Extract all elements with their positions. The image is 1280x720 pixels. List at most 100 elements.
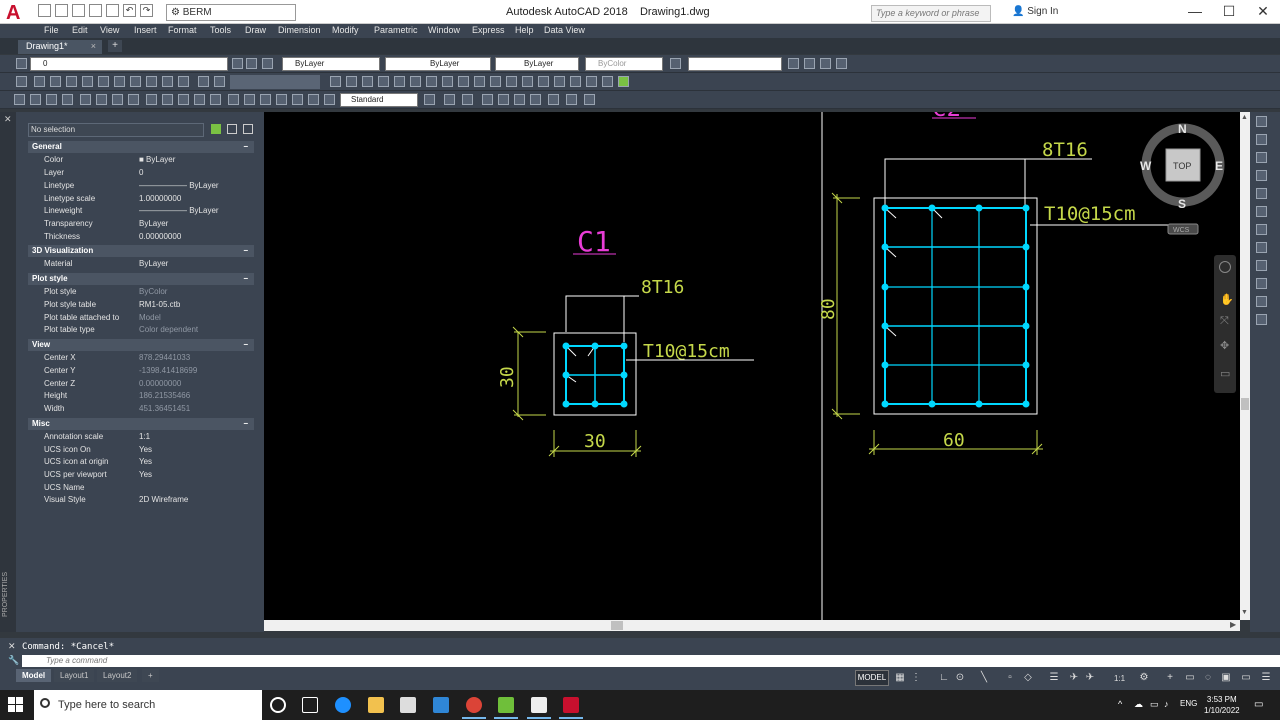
cortana-icon[interactable] [270, 697, 286, 713]
menu-tools[interactable]: Tools [210, 25, 231, 35]
viewport-icon[interactable] [788, 58, 799, 69]
close-icon[interactable]: ✕ [1246, 0, 1280, 24]
menu-view[interactable]: View [100, 25, 119, 35]
inspection-icon[interactable] [260, 94, 271, 105]
tool-9-icon[interactable] [146, 76, 157, 87]
section-3d-visualization[interactable]: 3D Visualization − [28, 245, 254, 257]
prop-row-lineweight[interactable]: Lineweight —————— ByLayer [28, 205, 254, 217]
menu-insert[interactable]: Insert [134, 25, 157, 35]
view-name-field[interactable] [688, 57, 782, 71]
task-view-icon[interactable] [302, 697, 318, 713]
tool-7-icon[interactable] [114, 76, 125, 87]
steering-wheel-icon[interactable] [1219, 261, 1231, 273]
add-layout-button[interactable]: + [142, 669, 159, 682]
tab-layout2[interactable]: Layout2 [97, 669, 138, 682]
language-indicator[interactable]: ENG [1180, 699, 1197, 708]
snap-icon[interactable]: ⋮ [910, 672, 922, 684]
workspace-dropdown[interactable]: ⚙ BERM [166, 4, 296, 21]
menu-modify[interactable]: Modify [332, 25, 359, 35]
viewport-lock-icon[interactable] [836, 58, 847, 69]
prop-row-plot-table-type[interactable]: Plot table type Color dependent [28, 324, 254, 336]
toggle-pickadd-icon[interactable] [211, 124, 221, 134]
prop-row-ucs-per-viewport[interactable]: UCS per viewport Yes [28, 469, 254, 481]
viewport-clip-icon[interactable] [804, 58, 815, 69]
prop-row-plot-style-table[interactable]: Plot style table RM1-05.ctb [28, 299, 254, 311]
command-customize-icon[interactable]: 🔧 [8, 655, 19, 666]
collapse-icon[interactable]: − [243, 141, 248, 153]
ortho-icon[interactable]: ∟ [938, 672, 950, 684]
autocad-logo-icon[interactable]: A [6, 2, 30, 24]
prop-row-layer[interactable]: Layer 0 [28, 167, 254, 179]
command-close-icon[interactable]: ✕ [8, 641, 16, 652]
new-icon[interactable] [38, 4, 51, 17]
scroll-right-icon[interactable]: ▶ [1230, 620, 1236, 629]
prop-row-plot-style[interactable]: Plot style ByColor [28, 286, 254, 298]
mail-icon[interactable] [433, 697, 449, 713]
palette-tool-6-icon[interactable] [1256, 206, 1267, 217]
dim-angular-icon[interactable] [128, 94, 139, 105]
print-icon[interactable] [106, 4, 119, 17]
dim-edit-icon[interactable] [292, 94, 303, 105]
orbit-icon[interactable]: ✥ [1220, 339, 1229, 352]
menu-express[interactable]: Express [472, 25, 505, 35]
palette-tool-8-icon[interactable] [1256, 242, 1267, 253]
volume-icon[interactable]: ♪ [1164, 699, 1169, 709]
hardware-accel-icon[interactable]: ▣ [1220, 672, 1232, 684]
compass-west[interactable]: W [1140, 159, 1152, 173]
prop-row-center-y[interactable]: Center Y -1398.41418699 [28, 365, 254, 377]
prop-row-plot-table-attached[interactable]: Plot table attached to Model [28, 312, 254, 324]
auto-scale-icon[interactable]: ✈ [1084, 672, 1096, 684]
tool-1-icon[interactable] [16, 76, 27, 87]
dim-linear-icon[interactable] [14, 94, 25, 105]
horizontal-scrollbar[interactable]: ▶ [264, 620, 1240, 631]
tool-4-icon[interactable] [66, 76, 77, 87]
center-mark-icon[interactable] [244, 94, 255, 105]
dim-quick-icon[interactable] [146, 94, 157, 105]
dim-jogged-icon[interactable] [96, 94, 107, 105]
tab-drawing1[interactable]: Drawing1* × [18, 40, 102, 54]
render-3-icon[interactable] [482, 94, 493, 105]
prop-row-visual-style[interactable]: Visual Style 2D Wireframe [28, 494, 254, 506]
help-search-input[interactable]: Type a keyword or phrase [871, 5, 991, 22]
tray-overflow-icon[interactable]: ^ [1118, 699, 1122, 709]
lineweight-icon[interactable]: ☰ [1048, 672, 1060, 684]
tool-13-icon[interactable] [214, 76, 225, 87]
prop-row-ucs-name[interactable]: UCS Name [28, 482, 254, 494]
render-7-icon[interactable] [548, 94, 559, 105]
file-explorer-icon[interactable] [368, 697, 384, 713]
viewport-scale-icon[interactable] [820, 58, 831, 69]
isodraft-icon[interactable]: ╲ [978, 672, 990, 684]
menu-window[interactable]: Window [428, 25, 460, 35]
tool-29-icon[interactable] [570, 76, 581, 87]
prop-row-thickness[interactable]: Thickness 0.00000000 [28, 231, 254, 243]
menu-data-view[interactable]: Data View [544, 25, 585, 35]
palette-tool-10-icon[interactable] [1256, 278, 1267, 289]
section-plot-style[interactable]: Plot style − [28, 273, 254, 285]
compass-east[interactable]: E [1215, 159, 1223, 173]
sign-in-button[interactable]: 👤 Sign In [1012, 6, 1058, 17]
tool-28-icon[interactable] [554, 76, 565, 87]
palette-tool-12-icon[interactable] [1256, 314, 1267, 325]
dim-break-icon[interactable] [210, 94, 221, 105]
units-icon[interactable]: ▭ [1184, 672, 1196, 684]
prop-row-linetype[interactable]: Linetype —————— ByLayer [28, 180, 254, 192]
vertical-scroll-thumb[interactable] [1241, 398, 1249, 410]
close-tab-icon[interactable]: × [91, 40, 96, 53]
command-input[interactable]: Type a command [22, 655, 1280, 667]
minimize-icon[interactable]: — [1178, 0, 1212, 24]
network-icon[interactable]: ☁ [1134, 699, 1143, 710]
render-1-icon[interactable] [444, 94, 455, 105]
camtasia-icon[interactable] [494, 697, 518, 719]
palette-tool-7-icon[interactable] [1256, 224, 1267, 235]
collapse-icon[interactable]: − [243, 245, 248, 257]
palette-title-strip[interactable]: ✕ PROPERTIES [0, 112, 16, 632]
compass-north[interactable]: N [1178, 122, 1187, 136]
tool-14-icon[interactable] [330, 76, 341, 87]
render-4-icon[interactable] [498, 94, 509, 105]
grid-icon[interactable]: ▦ [894, 672, 906, 684]
collapse-icon[interactable]: − [243, 273, 248, 285]
prop-row-color[interactable]: Color ■ ByLayer [28, 154, 254, 166]
redo-icon[interactable]: ↷ [140, 4, 153, 17]
save-icon[interactable] [72, 4, 85, 17]
edge-icon[interactable] [335, 697, 351, 713]
